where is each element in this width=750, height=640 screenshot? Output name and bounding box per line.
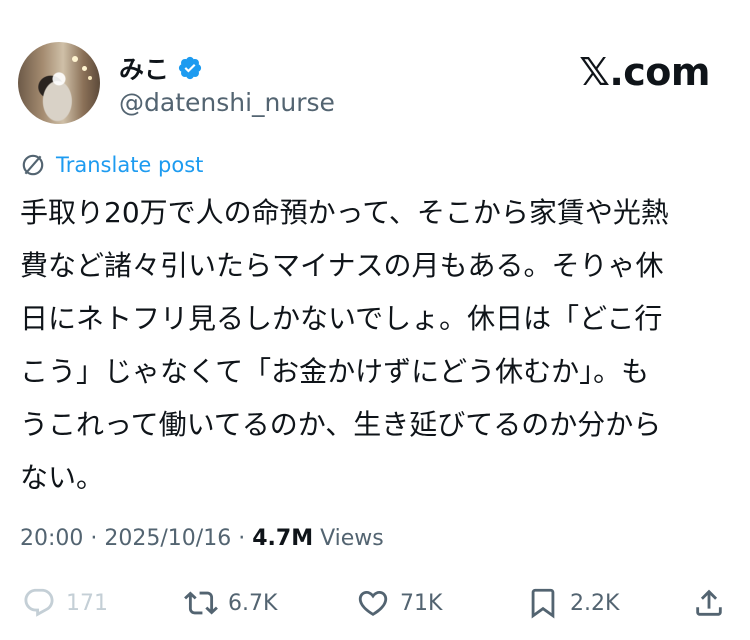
reply-icon xyxy=(24,588,54,617)
verified-badge-icon xyxy=(178,56,202,80)
avatar-detail xyxy=(72,56,78,62)
post-header: みこ @datenshi_nurse 𝕏.com xyxy=(18,42,720,126)
like-count: 71K xyxy=(400,590,443,616)
like-icon xyxy=(358,590,388,616)
repost-count: 6.7K xyxy=(228,590,278,616)
post-text: 手取り20万で人の命預かって、そこから家賃や光熱 費など諸々引いたらマイナスの月… xyxy=(20,186,720,504)
translate-post-link[interactable]: Translate post xyxy=(20,152,203,178)
repost-icon xyxy=(184,591,218,615)
bookmark-button[interactable]: 2.2K xyxy=(526,586,619,620)
translate-icon xyxy=(22,154,44,176)
avatar-detail xyxy=(88,76,92,80)
post-text-line: うこれって働いてるのか、生き延びてるのか分から xyxy=(20,408,662,441)
repost-button[interactable]: 6.7K xyxy=(184,586,277,620)
avatar[interactable] xyxy=(18,42,100,124)
x-com-logo: 𝕏.com xyxy=(579,50,710,94)
like-button[interactable]: 71K xyxy=(356,586,442,620)
views-label: Views xyxy=(320,526,384,551)
reply-count: 171 xyxy=(66,590,108,616)
post-meta: 20:00 · 2025/10/16 · 4.7M Views xyxy=(20,526,384,551)
bookmark-icon xyxy=(531,588,555,619)
post-text-line: こう」じゃなくて「お金かけずにどう休むか」。も xyxy=(20,355,650,388)
post-text-line: 費など諸々引いたらマイナスの月もある。そりゃ休 xyxy=(20,249,664,282)
post-text-line: ない。 xyxy=(20,461,105,494)
share-icon xyxy=(696,589,722,616)
action-bar: 171 6.7K 71K 2.2K xyxy=(0,580,750,636)
translate-post-label[interactable]: Translate post xyxy=(56,153,203,177)
meta-separator: · xyxy=(238,526,253,551)
name-row: みこ xyxy=(119,50,203,86)
reply-button[interactable]: 171 xyxy=(22,586,108,620)
share-button[interactable] xyxy=(692,586,726,620)
meta-separator: · xyxy=(90,526,105,551)
post-text-line: 手取り20万で人の命預かって、そこから家賃や光熱 xyxy=(20,196,669,229)
views-count: 4.7M xyxy=(252,526,314,551)
avatar-detail xyxy=(82,66,87,71)
post-time[interactable]: 20:00 xyxy=(20,526,83,551)
display-name[interactable]: みこ xyxy=(119,50,169,86)
post-text-line: 日にネトフリ見るしかないでしょ。休日は「どこ行 xyxy=(20,302,663,335)
user-handle[interactable]: @datenshi_nurse xyxy=(119,88,335,117)
post-date[interactable]: 2025/10/16 xyxy=(104,526,231,551)
bookmark-count: 2.2K xyxy=(570,590,620,616)
